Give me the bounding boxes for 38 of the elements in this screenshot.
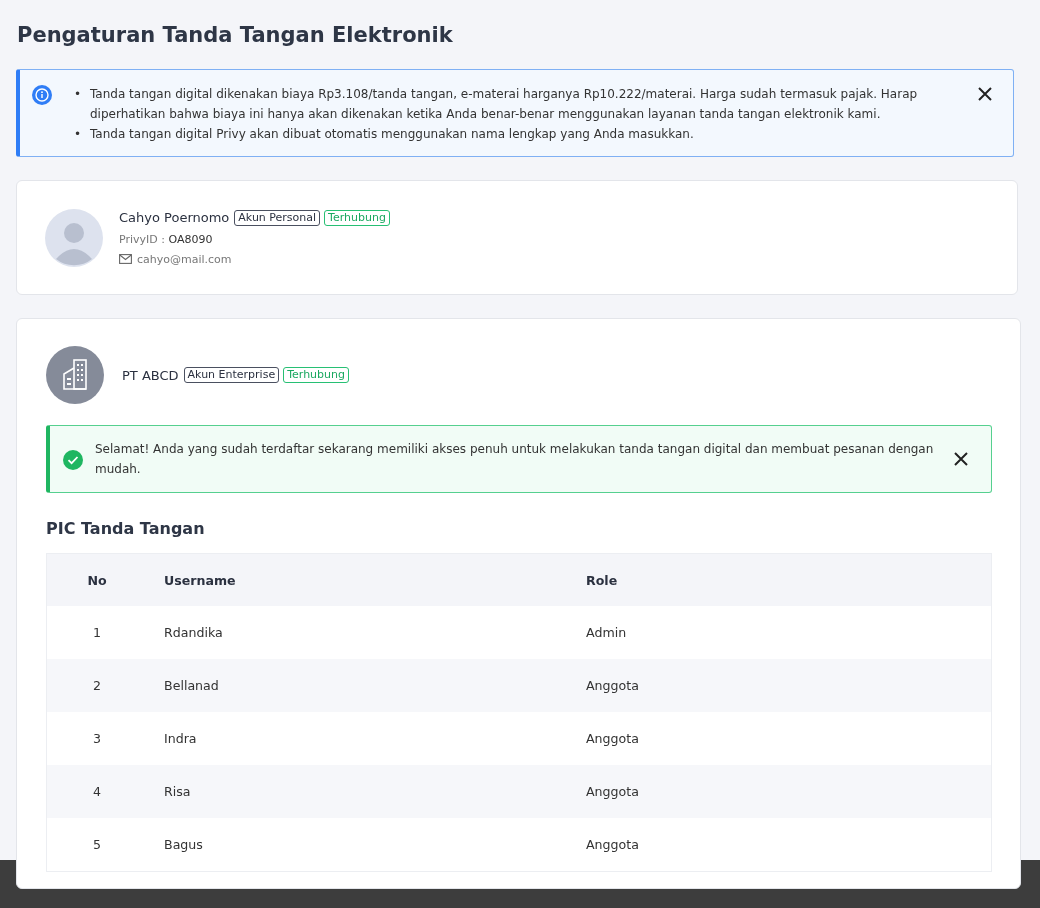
- user-name: Cahyo Poernomo: [119, 210, 230, 225]
- table-cell: 2: [46, 659, 147, 712]
- success-message: Selamat! Anda yang sudah terdaftar sekarang memiliki akses penuh untuk melakukan tanda tangan digital dan membuat pesanan dengan mudah.: [95, 441, 935, 478]
- table-cell: Bagus: [147, 818, 585, 872]
- company-name: PT ABCD: [122, 367, 179, 383]
- column-header: Username: [147, 553, 585, 606]
- table-cell: Admin: [585, 606, 992, 659]
- account-type-badge: Akun Enterprise: [183, 367, 280, 383]
- section-title: PIC Tanda Tangan: [46, 519, 206, 538]
- table-cell: Risa: [147, 765, 585, 818]
- bullet: •: [74, 126, 83, 143]
- status-badge: Terhubung: [283, 367, 349, 383]
- table-cell: Anggota: [585, 818, 992, 872]
- info-text: Tanda tangan digital Privy akan dibuat otomatis menggunakan nama lengkap yang Anda masukkan.: [90, 126, 695, 143]
- table-cell: 5: [46, 818, 147, 872]
- table-cell: Bellanad: [147, 659, 585, 712]
- bullet: •: [74, 86, 83, 103]
- table-cell: Anggota: [585, 765, 992, 818]
- table-cell: 1: [46, 606, 147, 659]
- info-icon: [32, 85, 52, 105]
- check-icon: [63, 449, 83, 470]
- info-text: Tanda tangan digital dikenakan biaya Rp3.108/tanda tangan, e-materai harganya Rp10.222/materai. Harga sudah termasuk pajak. Harap diperhatikan bahwa biaya ini hanya akan dikenakan ketika Anda benar-benar menggunakan layanan tanda tangan elektronik kami.: [90, 86, 919, 123]
- page-title: Pengaturan Tanda Tangan Elektronik: [17, 23, 454, 47]
- status-badge: Terhubung: [324, 209, 390, 226]
- user-email: cahyo@mail.com: [137, 252, 232, 266]
- account-type-badge: Akun Personal: [234, 209, 321, 226]
- column-header: No: [46, 553, 147, 606]
- table-cell: Anggota: [585, 659, 992, 712]
- table-cell: Indra: [147, 712, 585, 765]
- building-icon: [46, 346, 104, 404]
- column-header: Role: [585, 553, 992, 606]
- table-cell: Anggota: [585, 712, 992, 765]
- table-cell: Rdandika: [147, 606, 585, 659]
- table-cell: 4: [46, 765, 147, 818]
- privy-id: PrivyID : OA8090: [119, 232, 214, 246]
- table-cell: 3: [46, 712, 147, 765]
- avatar-icon: [45, 208, 103, 267]
- mail-icon: [119, 254, 132, 264]
